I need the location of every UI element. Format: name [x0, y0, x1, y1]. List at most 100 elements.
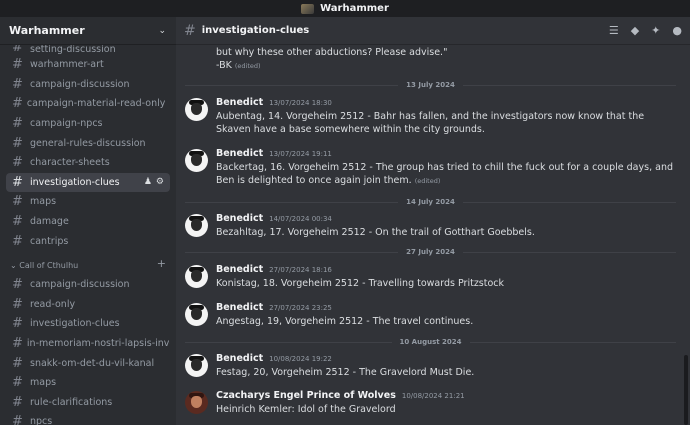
message-author[interactable]: Benedict — [216, 97, 263, 108]
hash-icon: # — [12, 194, 23, 210]
channel-item[interactable]: # rule-clarifications — [6, 393, 170, 413]
channel-header: # investigation-clues ☰ ◆ ✦ ● — [176, 17, 690, 45]
message-content: Angestag, 19, Vorgeheim 2512 - The trave… — [216, 316, 474, 327]
channel-label: campaign-discussion — [30, 78, 130, 90]
channel-item[interactable]: # campaign-npcs — [6, 114, 170, 134]
gear-icon[interactable]: ⚙ — [156, 177, 164, 187]
channel-item[interactable]: # investigation-clues — [6, 314, 170, 334]
message-timestamp: 27/07/2024 23:25 — [269, 304, 332, 312]
channel-item[interactable]: # setting-discussion — [6, 45, 170, 55]
window-title: Warhammer — [320, 3, 389, 14]
channel-label: setting-discussion — [30, 45, 116, 55]
date-divider: 13 July 2024 — [185, 80, 676, 90]
channel-item[interactable]: # read-only — [6, 295, 170, 315]
hash-icon: # — [12, 355, 23, 371]
message-text: -BK (edited) — [216, 60, 261, 71]
add-channel-icon[interactable]: + — [157, 257, 166, 270]
hash-icon: # — [12, 394, 23, 410]
channel-item[interactable]: # warhammer-art — [6, 55, 170, 75]
message[interactable]: Benedict 13/07/2024 19:11 Backertag, 16. … — [185, 148, 676, 188]
channel-label: maps — [30, 196, 57, 208]
threads-icon[interactable]: ☰ — [609, 24, 619, 37]
channel-label: warhammer-art — [30, 59, 104, 71]
server-header[interactable]: Warhammer ⌄ — [0, 17, 176, 45]
hash-icon: # — [12, 155, 23, 171]
message[interactable]: Czacharys Engel Prince of Wolves 10/08/20… — [185, 390, 676, 416]
scrollbar[interactable] — [684, 355, 688, 425]
channel-item[interactable]: # investigation-clues ♟ ⚙ — [6, 172, 170, 193]
channel-list-coc: # campaign-discussion # read-only # investiga… — [0, 275, 176, 425]
channel-item[interactable]: # campaign-discussion — [6, 75, 170, 95]
hash-icon: # — [12, 316, 23, 332]
message-timestamp: 27/07/2024 18:16 — [269, 266, 332, 274]
hash-icon: # — [12, 45, 23, 55]
avatar[interactable] — [185, 149, 208, 172]
channel-label: rule-clarifications — [30, 396, 113, 408]
message-author[interactable]: Czacharys Engel Prince of Wolves — [216, 390, 396, 401]
message-author[interactable]: Benedict — [216, 213, 263, 224]
channel-item[interactable]: # npcs — [6, 412, 170, 425]
channel-label: maps — [30, 377, 57, 389]
message[interactable]: Benedict 27/07/2024 23:25 Angestag, 19, V… — [185, 302, 676, 328]
hash-icon: # — [12, 375, 23, 391]
channel-label: in-memoriam-nostri-lapsis-inve... — [26, 338, 170, 350]
date-divider: 27 July 2024 — [185, 247, 676, 257]
channel-item[interactable]: # general-rules-discussion — [6, 133, 170, 153]
channel-item[interactable]: # maps — [6, 192, 170, 212]
message[interactable]: Benedict 13/07/2024 18:30 Aubentag, 14. V… — [185, 97, 676, 136]
message-author[interactable]: Benedict — [216, 264, 263, 275]
hash-icon: # — [12, 57, 23, 73]
message[interactable]: Benedict 10/08/2024 19:22 Festag, 20, Vor… — [185, 353, 676, 379]
chevron-down-icon[interactable]: ⌄ — [158, 26, 166, 36]
category-header[interactable]: ⌄ Call of Cthulhu + — [6, 251, 170, 275]
message-timestamp: 13/07/2024 19:11 — [269, 150, 332, 158]
message-content: Aubentag, 14. Vorgeheim 2512 - Bahr has … — [216, 111, 645, 135]
channel-list: # setting-discussion # warhammer-art # campai… — [0, 45, 176, 251]
category-name: Call of Cthulhu — [19, 260, 79, 270]
members-icon[interactable]: ● — [672, 24, 682, 37]
message[interactable]: Benedict 27/07/2024 18:16 Konistag, 18. V… — [185, 264, 676, 290]
avatar[interactable] — [185, 391, 208, 414]
channel-label: damage — [30, 216, 69, 228]
avatar[interactable] — [185, 303, 208, 326]
hash-icon: # — [184, 22, 196, 39]
channel-item[interactable]: # campaign-discussion — [6, 275, 170, 295]
channel-item[interactable]: # campaign-material-read-only — [6, 94, 170, 114]
message-author[interactable]: Benedict — [216, 302, 263, 313]
chat-area: # investigation-clues ☰ ◆ ✦ ● but why th… — [176, 17, 690, 425]
message[interactable]: Benedict 14/07/2024 00:34 Bezahltag, 17. … — [185, 213, 676, 239]
bell-icon[interactable]: ◆ — [631, 24, 639, 37]
message-timestamp: 13/07/2024 18:30 — [269, 99, 332, 107]
avatar[interactable] — [185, 354, 208, 377]
channel-item[interactable]: # cantrips — [6, 231, 170, 251]
hash-icon: # — [12, 174, 23, 190]
hash-icon: # — [12, 135, 23, 151]
avatar[interactable] — [185, 98, 208, 121]
channel-actions: ♟ ⚙ — [144, 177, 164, 187]
invite-icon[interactable]: ♟ — [144, 177, 152, 187]
hash-icon: # — [12, 296, 23, 312]
message-content: Festag, 20, Vorgeheim 2512 - The Gravelo… — [216, 367, 475, 378]
message-author[interactable]: Benedict — [216, 353, 263, 364]
pin-icon[interactable]: ✦ — [651, 24, 660, 37]
message-text: but why these other abductions? Please a… — [216, 47, 448, 58]
app-icon — [301, 3, 315, 14]
message-timestamp: 10/08/2024 19:22 — [269, 355, 332, 363]
message-timestamp: 14/07/2024 00:34 — [269, 215, 332, 223]
message-author[interactable]: Benedict — [216, 148, 263, 159]
hash-icon: # — [12, 116, 23, 132]
channel-item[interactable]: # damage — [6, 212, 170, 232]
channel-label: general-rules-discussion — [30, 137, 146, 149]
avatar[interactable] — [185, 265, 208, 288]
channel-item[interactable]: # character-sheets — [6, 153, 170, 173]
channel-item[interactable]: # maps — [6, 373, 170, 393]
date-divider: 10 August 2024 — [185, 337, 677, 347]
channel-label: investigation-clues — [30, 318, 120, 330]
channel-item[interactable]: # snakk-om-det-du-vil-kanal — [6, 353, 170, 373]
hash-icon: # — [12, 76, 23, 92]
channel-title: investigation-clues — [201, 25, 310, 36]
avatar[interactable] — [185, 214, 208, 237]
channel-item[interactable]: # in-memoriam-nostri-lapsis-inve... — [6, 334, 170, 354]
message-content: Backertag, 16. Vorgeheim 2512 - The grou… — [216, 162, 673, 186]
channel-sidebar: Warhammer ⌄ # setting-discussion # warhamme… — [0, 17, 176, 425]
